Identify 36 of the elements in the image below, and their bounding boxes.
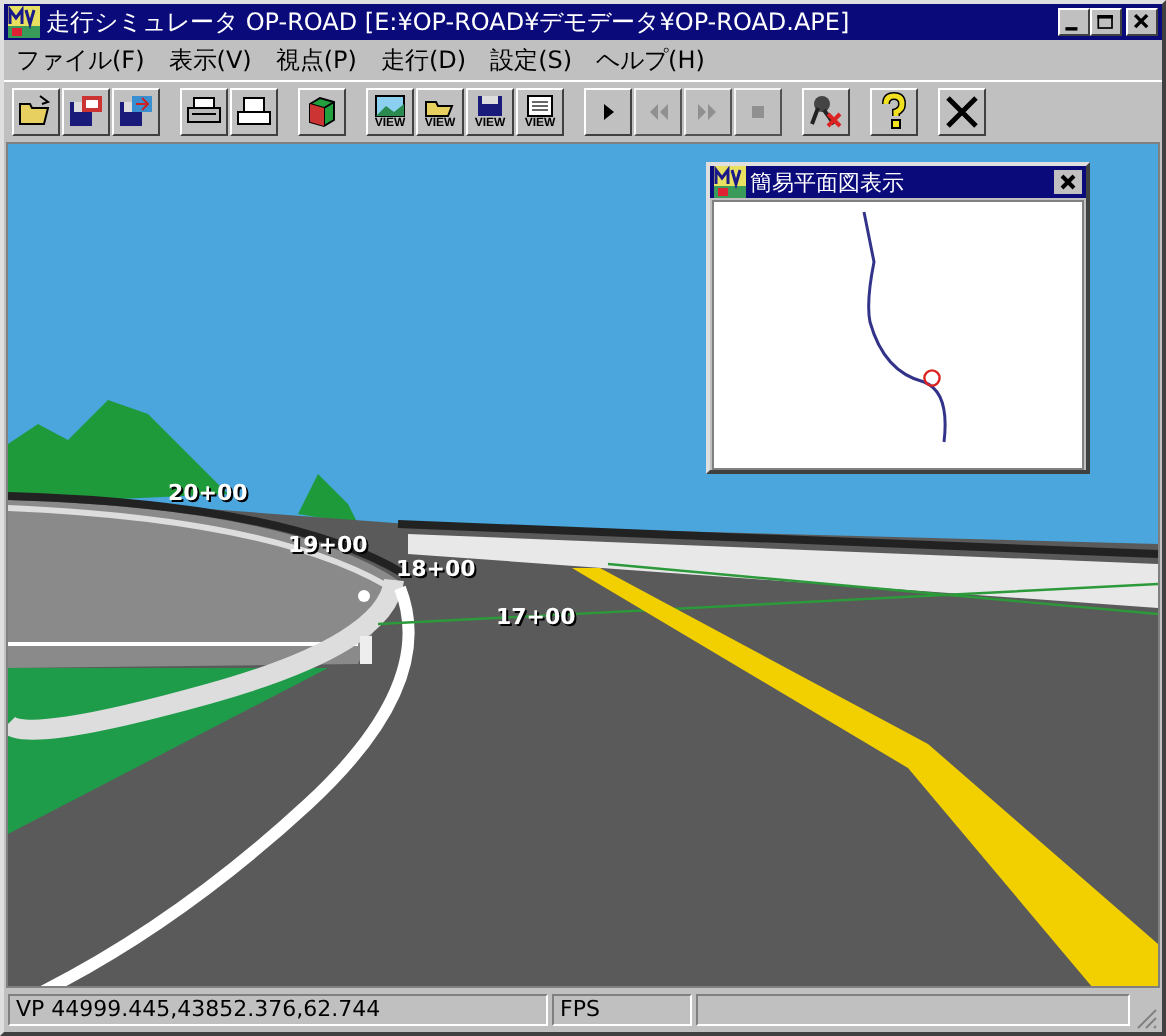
- play-icon: [603, 104, 613, 120]
- app-logo-icon: [8, 6, 40, 38]
- disk-icon: [66, 92, 106, 132]
- toolbar-button[interactable]: [584, 88, 632, 136]
- app-logo-icon: [714, 166, 746, 198]
- close-icon: [942, 92, 982, 132]
- status-fps: FPS: [552, 994, 692, 1026]
- maximize-button[interactable]: [1090, 8, 1122, 36]
- toolbar-button[interactable]: [112, 88, 160, 136]
- picture-icon: [370, 93, 410, 117]
- position-marker-icon: [922, 368, 942, 388]
- resize-grip-icon[interactable]: [1134, 1006, 1158, 1030]
- toolbar-button[interactable]: [230, 88, 278, 136]
- toolbar-button[interactable]: [870, 88, 918, 136]
- menu-item[interactable]: 視点(P): [275, 43, 357, 77]
- close-button[interactable]: [1054, 170, 1082, 194]
- toolbar-button[interactable]: [802, 88, 850, 136]
- menu-item[interactable]: 表示(V): [168, 43, 252, 77]
- menu-item[interactable]: 設定(S): [490, 43, 573, 77]
- station-label: 18+00: [396, 556, 476, 582]
- window-title: 走行シミュレータ OP-ROAD [E:¥OP-ROAD¥デモデータ¥OP-ROAD.APE]: [46, 5, 850, 39]
- toolbar-button[interactable]: [62, 88, 110, 136]
- minimize-button[interactable]: [1058, 8, 1090, 36]
- toolbar-button[interactable]: [12, 88, 60, 136]
- close-button[interactable]: [1126, 8, 1158, 36]
- toolbar-button[interactable]: [180, 88, 228, 136]
- disk-icon: [116, 92, 156, 132]
- menu-item[interactable]: ヘルプ(H): [596, 43, 705, 77]
- toolbar-button[interactable]: [298, 88, 346, 136]
- status-position: VP 44999.445,43852.376,62.744: [8, 994, 548, 1026]
- station-label: 17+00: [496, 604, 576, 630]
- menu-item[interactable]: ファイル(F): [16, 43, 145, 77]
- station-label: 19+00: [288, 532, 368, 558]
- plan-view-title: 簡易平面図表示: [750, 167, 904, 197]
- menu-item[interactable]: 走行(D): [380, 43, 467, 77]
- toolbar-button[interactable]: [938, 88, 986, 136]
